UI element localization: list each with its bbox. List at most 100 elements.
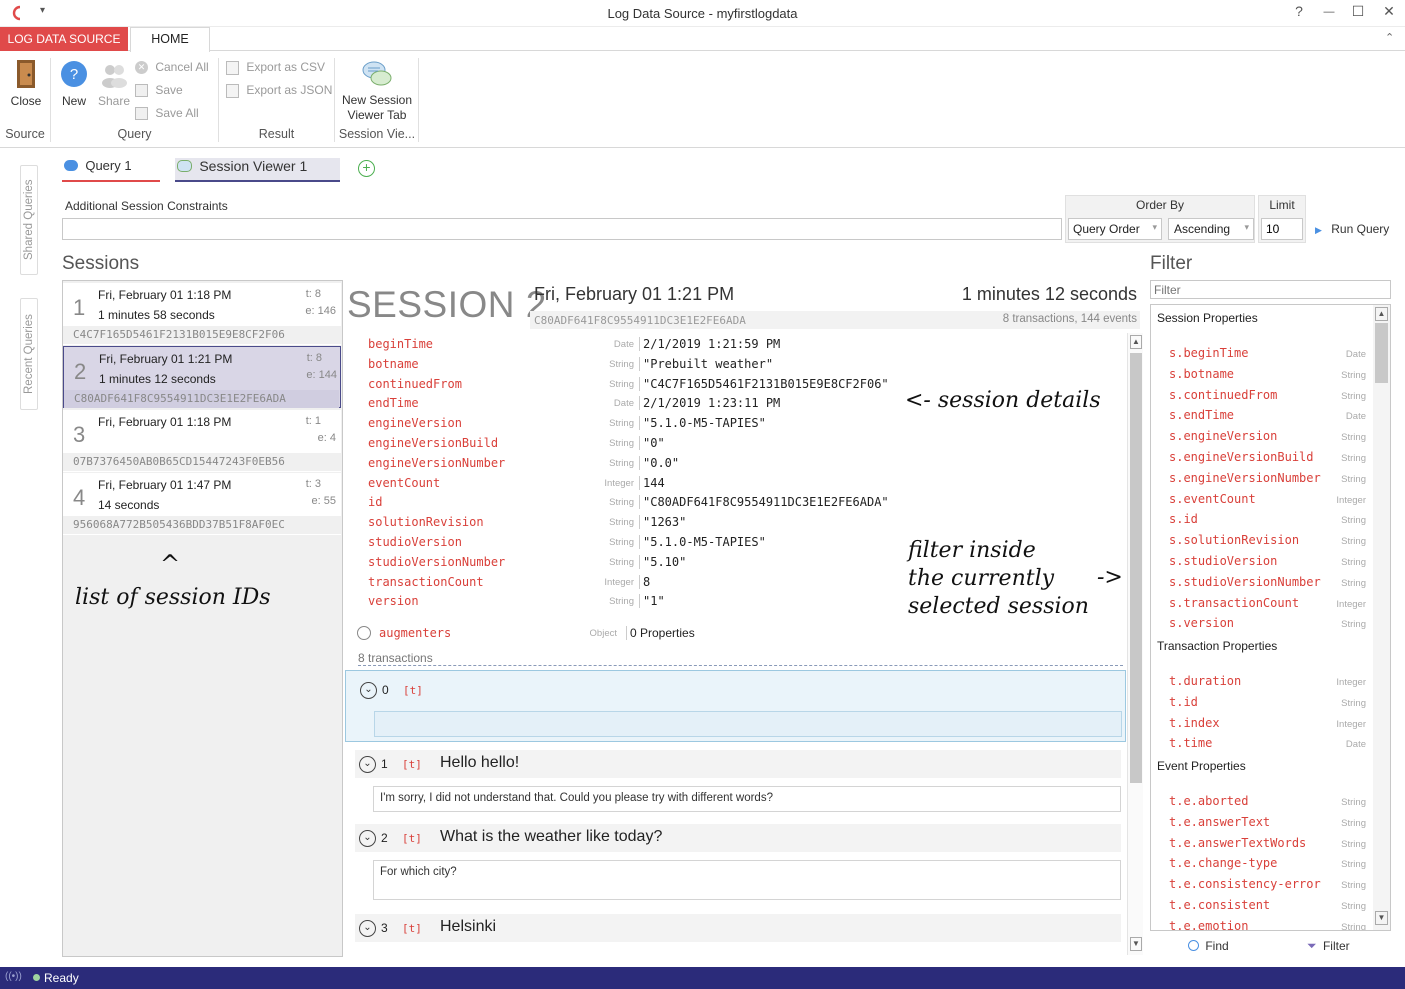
session-item-number: 3: [73, 422, 86, 447]
save-all-button[interactable]: Save All: [135, 106, 199, 124]
close-button[interactable]: Close: [6, 58, 46, 110]
property-row[interactable]: solutionRevision String "1263": [362, 513, 902, 532]
filter-button[interactable]: ⏷ Filter: [1307, 938, 1350, 953]
property-row[interactable]: transactionCount Integer 8: [362, 573, 902, 592]
transaction-item[interactable]: ⌄ 3 [t] Helsinki: [345, 912, 1126, 952]
filter-property-item[interactable]: t.e.change-type String: [1151, 854, 1373, 874]
session-list-item[interactable]: 3 Fri, February 01 1:18 PM t: 1 e: 4 07B…: [63, 410, 341, 472]
property-row[interactable]: continuedFrom String "C4C7F165D5461F2131…: [362, 375, 902, 394]
filter-property-item[interactable]: s.botname String: [1151, 365, 1373, 385]
shared-queries-tab[interactable]: Shared Queries: [20, 165, 38, 275]
property-row[interactable]: id String "C80ADF641F8C9554911DC3E1E2FE6…: [362, 493, 902, 512]
filter-scroll-thumb[interactable]: [1375, 323, 1388, 383]
minimize-button[interactable]: —: [1316, 6, 1342, 18]
session-list-item[interactable]: 4 Fri, February 01 1:47 PM 14 seconds t:…: [63, 473, 341, 535]
cancel-all-button[interactable]: ✕ Cancel All: [135, 60, 209, 78]
transaction-input: Hello hello!: [440, 754, 520, 771]
filter-property-item[interactable]: t.e.consistent String: [1151, 896, 1373, 916]
transaction-item[interactable]: ⌄ 0 [t]: [345, 670, 1126, 742]
filter-input[interactable]: [1150, 280, 1391, 299]
filter-property-item[interactable]: t.e.consistency-error String: [1151, 875, 1373, 895]
export-csv-button[interactable]: Export as CSV: [226, 60, 325, 78]
session-list-item[interactable]: 2 Fri, February 01 1:21 PM 1 minutes 12 …: [63, 346, 341, 408]
filter-property-item[interactable]: t.time Date: [1151, 734, 1373, 754]
filter-property-item[interactable]: t.e.answerTextWords String: [1151, 834, 1373, 854]
property-row[interactable]: engineVersionNumber String "0.0": [362, 454, 902, 473]
filter-property-item[interactable]: s.eventCount Integer: [1151, 490, 1373, 510]
filter-scroll-up-icon[interactable]: ▲: [1375, 307, 1388, 321]
filter-property-item[interactable]: s.engineVersionBuild String: [1151, 448, 1373, 468]
expand-chevron-icon[interactable]: ⌄: [360, 682, 377, 699]
augmenters-row[interactable]: augmenters Object 0 Properties: [355, 623, 755, 643]
collapse-ribbon-icon[interactable]: ⌃: [1385, 31, 1394, 44]
filter-property-item[interactable]: t.e.aborted String: [1151, 792, 1373, 812]
run-query-button[interactable]: ▶ Run Query: [1315, 222, 1389, 236]
filter-property-name: t.time: [1169, 736, 1213, 751]
filter-property-item[interactable]: s.version String: [1151, 614, 1373, 634]
save-button[interactable]: Save: [135, 83, 183, 101]
property-row[interactable]: beginTime Date 2/1/2019 1:21:59 PM: [362, 335, 902, 354]
expand-chevron-icon[interactable]: ⌄: [359, 920, 376, 937]
order-direction-select[interactable]: Ascending ▾: [1168, 218, 1254, 240]
export-json-icon: [226, 83, 239, 98]
share-button[interactable]: Share: [96, 58, 132, 110]
constraints-input[interactable]: [62, 218, 1062, 240]
property-row[interactable]: studioVersion String "5.1.0-M5-TAPIES": [362, 533, 902, 552]
filter-property-item[interactable]: s.studioVersionNumber String: [1151, 573, 1373, 593]
help-button[interactable]: ?: [1286, 3, 1312, 19]
transaction-item[interactable]: ⌄ 2 [t] What is the weather like today? …: [345, 822, 1126, 900]
tab-log-data-source[interactable]: LOG DATA SOURCE: [0, 27, 128, 51]
filter-property-item[interactable]: t.index Integer: [1151, 714, 1373, 734]
scroll-up-icon[interactable]: ▲: [1130, 335, 1142, 349]
tab-session-viewer-1[interactable]: Session Viewer 1: [175, 158, 340, 182]
maximize-button[interactable]: ☐: [1345, 3, 1371, 20]
recent-queries-tab[interactable]: Recent Queries: [20, 298, 38, 410]
order-by-label: Order By: [1135, 198, 1184, 212]
filter-property-item[interactable]: t.id String: [1151, 693, 1373, 713]
order-field-select[interactable]: Query Order ▾: [1068, 218, 1162, 240]
new-session-viewer-button[interactable]: New Session Viewer Tab: [338, 58, 416, 122]
session-list-item[interactable]: 1 Fri, February 01 1:18 PM 1 minutes 58 …: [63, 283, 341, 345]
close-window-button[interactable]: ✕: [1376, 3, 1402, 20]
add-tab-button[interactable]: +: [358, 160, 375, 177]
filter-property-item[interactable]: t.duration Integer: [1151, 672, 1373, 692]
wireless-icon: ((•)): [5, 971, 22, 982]
filter-scroll-down-icon[interactable]: ▼: [1375, 911, 1388, 925]
detail-scrollbar[interactable]: ▲ ▼: [1127, 333, 1143, 955]
filter-property-item[interactable]: s.studioVersion String: [1151, 552, 1373, 572]
export-json-button[interactable]: Export as JSON: [226, 83, 332, 101]
filter-scrollbar[interactable]: ▲ ▼: [1373, 305, 1390, 930]
property-row[interactable]: eventCount Integer 144: [362, 474, 902, 493]
group-label-result: Result: [258, 127, 295, 141]
property-row[interactable]: botname String "Prebuilt weather": [362, 355, 902, 374]
filter-property-item[interactable]: s.engineVersion String: [1151, 427, 1373, 447]
transaction-item[interactable]: ⌄ 1 [t] Hello hello! I'm sorry, I did no…: [345, 748, 1126, 820]
tab-session-viewer-label: Session Viewer 1: [199, 158, 308, 174]
filter-property-item[interactable]: s.beginTime Date: [1151, 344, 1373, 364]
property-row[interactable]: engineVersion String "5.1.0-M5-TAPIES": [362, 414, 902, 433]
transaction-input: Helsinki: [440, 918, 497, 935]
filter-property-item[interactable]: s.continuedFrom String: [1151, 386, 1373, 406]
filter-property-type: Date: [1345, 739, 1366, 751]
filter-property-item[interactable]: s.id String: [1151, 510, 1373, 530]
scroll-down-icon[interactable]: ▼: [1130, 937, 1142, 951]
limit-input[interactable]: [1261, 218, 1303, 240]
property-row[interactable]: endTime Date 2/1/2019 1:23:11 PM: [362, 394, 902, 413]
find-button[interactable]: Find: [1188, 938, 1229, 953]
property-row[interactable]: studioVersionNumber String "5.10": [362, 553, 902, 572]
expand-chevron-icon[interactable]: ⌄: [359, 756, 376, 773]
filter-property-item[interactable]: s.endTime Date: [1151, 406, 1373, 426]
scroll-thumb[interactable]: [1130, 353, 1142, 783]
filter-property-name: s.id: [1169, 512, 1198, 527]
expand-chevron-icon[interactable]: ⌄: [359, 830, 376, 847]
filter-property-item[interactable]: t.e.answerText String: [1151, 813, 1373, 833]
new-query-button[interactable]: ? New: [56, 58, 92, 110]
property-row[interactable]: version String "1": [362, 592, 902, 611]
tab-query-1[interactable]: Query 1: [62, 158, 160, 182]
filter-property-item[interactable]: t.e.emotion String: [1151, 917, 1373, 930]
tab-home[interactable]: HOME: [130, 27, 210, 52]
filter-property-item[interactable]: s.engineVersionNumber String: [1151, 469, 1373, 489]
filter-property-item[interactable]: s.solutionRevision String: [1151, 531, 1373, 551]
property-row[interactable]: engineVersionBuild String "0": [362, 434, 902, 453]
filter-property-item[interactable]: s.transactionCount Integer: [1151, 594, 1373, 614]
